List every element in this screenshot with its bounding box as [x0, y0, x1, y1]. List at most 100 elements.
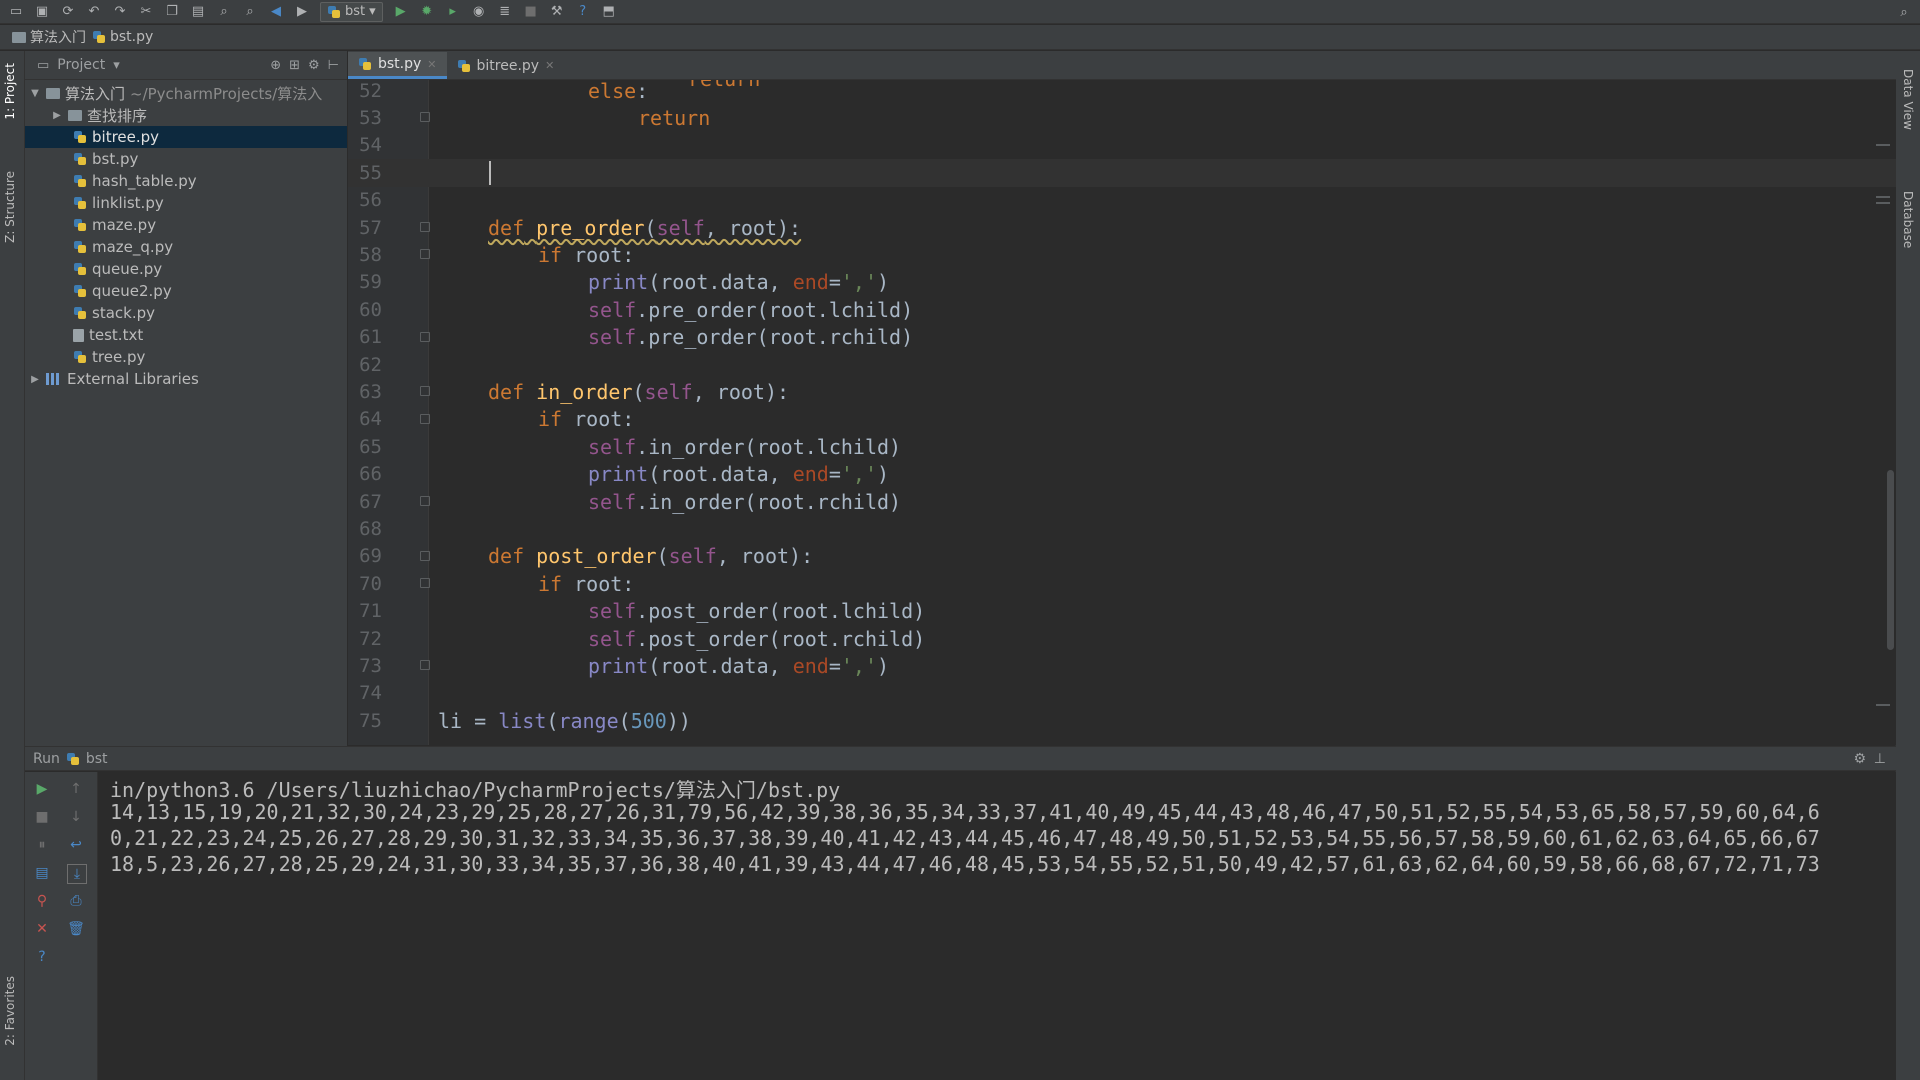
breadcrumb-project[interactable]: 算法入门: [12, 27, 86, 47]
save-icon[interactable]: ▣: [34, 4, 50, 20]
close-icon[interactable]: ✕: [33, 920, 51, 938]
fold-marker-icon[interactable]: [420, 578, 430, 589]
collapse-arrow-icon[interactable]: ▶: [29, 374, 41, 385]
scroll-to-end-icon[interactable]: ⤓: [67, 864, 87, 884]
fold-marker-icon[interactable]: [420, 249, 430, 260]
tab-structure[interactable]: Z: Structure: [3, 171, 17, 243]
python-file-icon: [358, 57, 372, 71]
tab-database[interactable]: Database: [1901, 191, 1915, 248]
tree-folder[interactable]: ▶ 查找排序: [25, 104, 347, 126]
pause-icon[interactable]: ⏸: [33, 836, 51, 854]
close-icon[interactable]: ✕: [545, 59, 554, 72]
cut-icon[interactable]: ✂: [138, 4, 154, 20]
fold-marker-icon[interactable]: [420, 222, 430, 232]
trash-icon[interactable]: 🗑: [67, 920, 85, 938]
chevron-down-icon[interactable]: ▾: [113, 58, 120, 73]
fold-marker-icon[interactable]: [420, 550, 430, 561]
project-view-icon: ▭: [37, 57, 50, 73]
pin-icon[interactable]: ⚲: [33, 892, 51, 910]
back-icon[interactable]: ◀: [268, 4, 284, 20]
tree-file[interactable]: bst.py: [25, 148, 347, 170]
code-line: 62: [359, 353, 382, 376]
tree-root[interactable]: ▼ 算法入门 ~/PycharmProjects/算法入: [25, 82, 347, 104]
tree-file[interactable]: stack.py: [25, 302, 347, 324]
fold-marker-icon[interactable]: [420, 413, 430, 424]
gear-icon[interactable]: ⚙: [1853, 751, 1866, 767]
run-panel-header: Run bst ⚙ ⊥: [25, 746, 1896, 771]
help-icon[interactable]: ?: [33, 948, 51, 966]
soft-wrap-icon[interactable]: ↩: [67, 836, 85, 854]
error-stripe-marker[interactable]: [1876, 196, 1890, 198]
find-icon[interactable]: ⌕: [216, 4, 232, 20]
tree-file[interactable]: hash_table.py: [25, 170, 347, 192]
code-line: 56: [359, 189, 382, 212]
fold-marker-icon[interactable]: [420, 496, 430, 506]
folder-icon: [46, 87, 60, 99]
open-icon[interactable]: ▭: [8, 4, 24, 20]
stop-icon[interactable]: ■: [523, 4, 539, 20]
tree-external-libraries[interactable]: ▶ External Libraries: [25, 368, 347, 390]
locate-icon[interactable]: ⊕: [270, 58, 281, 73]
tree-file[interactable]: queue.py: [25, 258, 347, 280]
coverage-icon[interactable]: ▸: [445, 4, 461, 20]
code-editor[interactable]: return 52 else: 53 return 54 55 56 57 de…: [348, 80, 1896, 745]
python-file-icon: [457, 59, 471, 73]
down-icon[interactable]: ↓: [67, 808, 85, 826]
up-icon[interactable]: ↑: [67, 780, 85, 798]
tree-file[interactable]: test.txt: [25, 324, 347, 346]
fold-marker-icon[interactable]: [420, 660, 430, 671]
tree-file[interactable]: maze_q.py: [25, 236, 347, 258]
profile-icon[interactable]: ◉: [471, 4, 487, 20]
stop-icon[interactable]: ■: [33, 808, 51, 826]
redo-icon[interactable]: ↷: [112, 4, 128, 20]
debug-icon[interactable]: ✹: [419, 4, 435, 20]
error-stripe-marker[interactable]: [1876, 704, 1890, 706]
fold-marker-icon[interactable]: [420, 112, 430, 123]
vcs-icon[interactable]: ⬒: [601, 4, 617, 20]
search-icon[interactable]: ⌕: [1896, 4, 1912, 20]
layout-icon[interactable]: ▤: [33, 864, 51, 882]
tree-file[interactable]: tree.py: [25, 346, 347, 368]
print-icon[interactable]: ⎙: [67, 892, 85, 910]
rerun-icon[interactable]: ▶: [33, 780, 51, 798]
run-tab[interactable]: bst: [86, 751, 108, 767]
editor-tab-bar: bst.py ✕ bitree.py ✕: [348, 51, 1896, 80]
run-console[interactable]: in/python3.6 /Users/liuzhichao/PycharmPr…: [98, 772, 1896, 1080]
help-icon[interactable]: ?: [575, 4, 591, 20]
paste-icon[interactable]: ▤: [190, 4, 206, 20]
error-stripe-marker[interactable]: [1876, 144, 1890, 146]
sync-icon[interactable]: ⟳: [60, 4, 76, 20]
fold-marker-icon[interactable]: [420, 331, 430, 342]
tab-bitree-py[interactable]: bitree.py ✕: [447, 52, 565, 79]
run-config-select[interactable]: bst ▾: [320, 1, 383, 22]
run-icon[interactable]: ▶: [393, 4, 409, 20]
settings-icon[interactable]: ⚒: [549, 4, 565, 20]
tab-favorites[interactable]: 2: Favorites: [3, 976, 17, 1046]
tab-project[interactable]: 1: Project: [3, 63, 17, 120]
editor-scrollbar[interactable]: [1887, 470, 1894, 650]
tab-data-view[interactable]: Data View: [1901, 69, 1915, 130]
collapse-icon[interactable]: ⊞: [289, 58, 300, 73]
code-line: 58 if root:: [359, 243, 635, 268]
tree-file[interactable]: bitree.py: [25, 126, 347, 148]
gear-icon[interactable]: ⚙: [308, 58, 320, 73]
replace-icon[interactable]: ⌕: [242, 4, 258, 20]
fold-marker-icon[interactable]: [420, 386, 430, 397]
tree-file[interactable]: linklist.py: [25, 192, 347, 214]
tree-file[interactable]: maze.py: [25, 214, 347, 236]
error-stripe-marker[interactable]: [1876, 202, 1890, 204]
collapse-arrow-icon[interactable]: ▶: [51, 110, 63, 121]
forward-icon[interactable]: ▶: [294, 4, 310, 20]
hide-panel-icon[interactable]: ⊥: [1874, 751, 1886, 767]
expand-arrow-icon[interactable]: ▼: [29, 88, 41, 99]
close-icon[interactable]: ✕: [427, 58, 436, 71]
copy-icon[interactable]: ❐: [164, 4, 180, 20]
tab-bst-py[interactable]: bst.py ✕: [348, 52, 447, 79]
breadcrumb-file[interactable]: bst.py: [92, 29, 153, 45]
hide-icon[interactable]: ⊢: [328, 58, 339, 73]
undo-icon[interactable]: ↶: [86, 4, 102, 20]
concurrency-icon[interactable]: ≣: [497, 4, 513, 20]
project-tree: ▼ 算法入门 ~/PycharmProjects/算法入 ▶ 查找排序 bitr…: [25, 80, 347, 390]
folder-icon: [12, 31, 26, 43]
tree-file[interactable]: queue2.py: [25, 280, 347, 302]
